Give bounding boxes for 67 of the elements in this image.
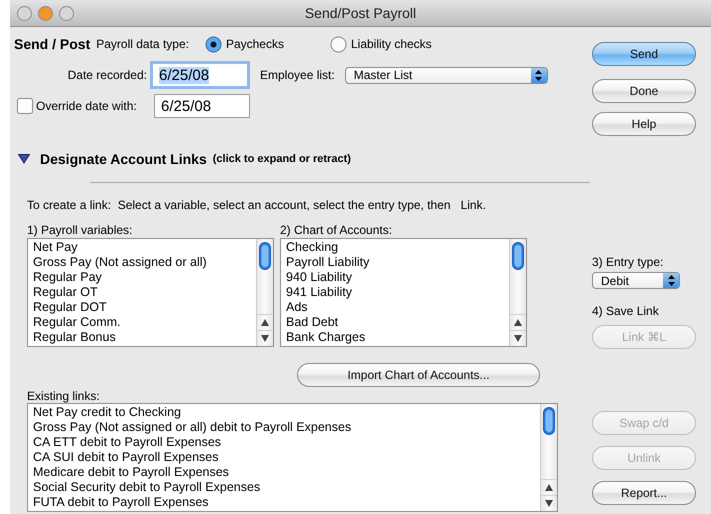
list-item[interactable]: Ads — [286, 300, 509, 315]
scroll-up-icon[interactable] — [545, 484, 553, 491]
list-item[interactable]: Social Security debit to Payroll Expenses — [33, 480, 540, 495]
field-label: Employee list: — [260, 68, 335, 82]
stepper-icon — [668, 275, 674, 286]
section-hint: (click to expand or retract) — [212, 153, 351, 165]
list-item[interactable]: Gross Pay (Not assigned or all) debit to Payroll Expenses — [33, 420, 540, 435]
employee-list-dropdown[interactable]: Master List — [344, 66, 548, 84]
checkbox[interactable] — [17, 98, 33, 114]
variables-list[interactable]: Net Pay Gross Pay (Not assigned or all) Regular Pay Regular OT Regular DOT Regular Comm. Regular Bonus — [27, 238, 274, 347]
scroll-thumb[interactable] — [543, 407, 555, 435]
list-item[interactable]: Regular Comm. — [33, 315, 256, 330]
list-item[interactable]: Regular Bonus — [33, 330, 256, 345]
scroll-up-icon[interactable] — [261, 319, 269, 326]
list-item[interactable]: Checking — [286, 240, 509, 255]
list-item[interactable]: CA ETT debit to Payroll Expenses — [33, 435, 540, 450]
scrollbar[interactable] — [540, 404, 557, 511]
list-item[interactable]: 940 Liability — [286, 270, 509, 285]
list-item[interactable]: Net Pay — [33, 240, 256, 255]
field-label: Date recorded: — [66, 68, 147, 82]
stepper-icon — [535, 70, 542, 80]
scrollbar[interactable] — [509, 239, 526, 346]
existing-links-list[interactable] — [27, 403, 558, 512]
list-item[interactable]: Regular Pay — [33, 270, 256, 285]
field-label: 3) Entry type: — [592, 255, 664, 269]
list-label: 2) Chart of Accounts: — [280, 223, 394, 238]
list-item[interactable]: Regular OT — [33, 285, 256, 300]
list-item[interactable]: Regular DOT — [33, 300, 256, 315]
window-title: Send/Post Payroll — [304, 5, 416, 21]
list-item[interactable]: Gross Pay (Not assigned or all) — [33, 255, 256, 270]
disclosure-triangle[interactable] — [18, 154, 30, 164]
radio-label[interactable]: Liability checks — [350, 37, 432, 51]
list-item[interactable]: Medicare debit to Payroll Expenses — [33, 465, 540, 480]
date-field[interactable]: 6/25/08 — [152, 63, 248, 87]
field-label: Payroll data type: — [96, 37, 189, 51]
scrollbar[interactable] — [256, 239, 273, 346]
list-item[interactable]: CA SUI debit to Payroll Expenses — [33, 450, 540, 465]
field-label: 4) Save Link — [592, 304, 660, 318]
scroll-down-icon[interactable] — [514, 335, 522, 342]
heading: Send / Post — [14, 36, 90, 52]
list-item[interactable]: Payroll Liability — [286, 255, 509, 270]
import-button[interactable]: Import Chart of Accounts... — [297, 363, 540, 387]
scroll-up-icon[interactable] — [514, 319, 522, 326]
push-button[interactable]: Report... — [592, 481, 696, 505]
list-item[interactable]: Net Pay credit to Checking — [33, 405, 540, 420]
scroll-down-icon[interactable] — [545, 500, 553, 507]
radio-button[interactable] — [204, 36, 222, 52]
list-item[interactable]: FUTA debit to Payroll Expenses — [33, 495, 540, 510]
checkbox-label[interactable]: Override date with: — [36, 99, 148, 113]
section-title[interactable]: Designate Account Links — [40, 151, 207, 167]
push-button[interactable]: Send — [592, 42, 696, 66]
date-field[interactable]: 6/25/08 — [154, 94, 250, 118]
scroll-down-icon[interactable] — [261, 335, 269, 342]
push-button[interactable]: Done — [592, 79, 696, 103]
scroll-thumb[interactable] — [259, 242, 271, 270]
list-item[interactable]: Bank Charges — [286, 330, 509, 345]
list-label: Existing links: — [27, 389, 101, 403]
entry-type-dropdown[interactable]: Debit — [592, 272, 680, 289]
accounts-list[interactable]: Checking Payroll Liability 940 Liability 941 Liability Ads Bad Debt Bank Charges — [280, 238, 527, 347]
radio-button[interactable] — [330, 36, 347, 52]
push-button[interactable]: Help — [592, 112, 696, 136]
list-item[interactable]: Bad Debt — [286, 315, 509, 330]
instruction-text: To create a link: Select a variable, select an account, select the entry type, then Link. — [27, 198, 487, 212]
scroll-thumb[interactable] — [512, 242, 524, 270]
radio-label[interactable]: Paychecks — [226, 37, 284, 51]
list-label: 1) Payroll variables: — [27, 223, 134, 238]
list-item[interactable]: 941 Liability — [286, 285, 509, 300]
